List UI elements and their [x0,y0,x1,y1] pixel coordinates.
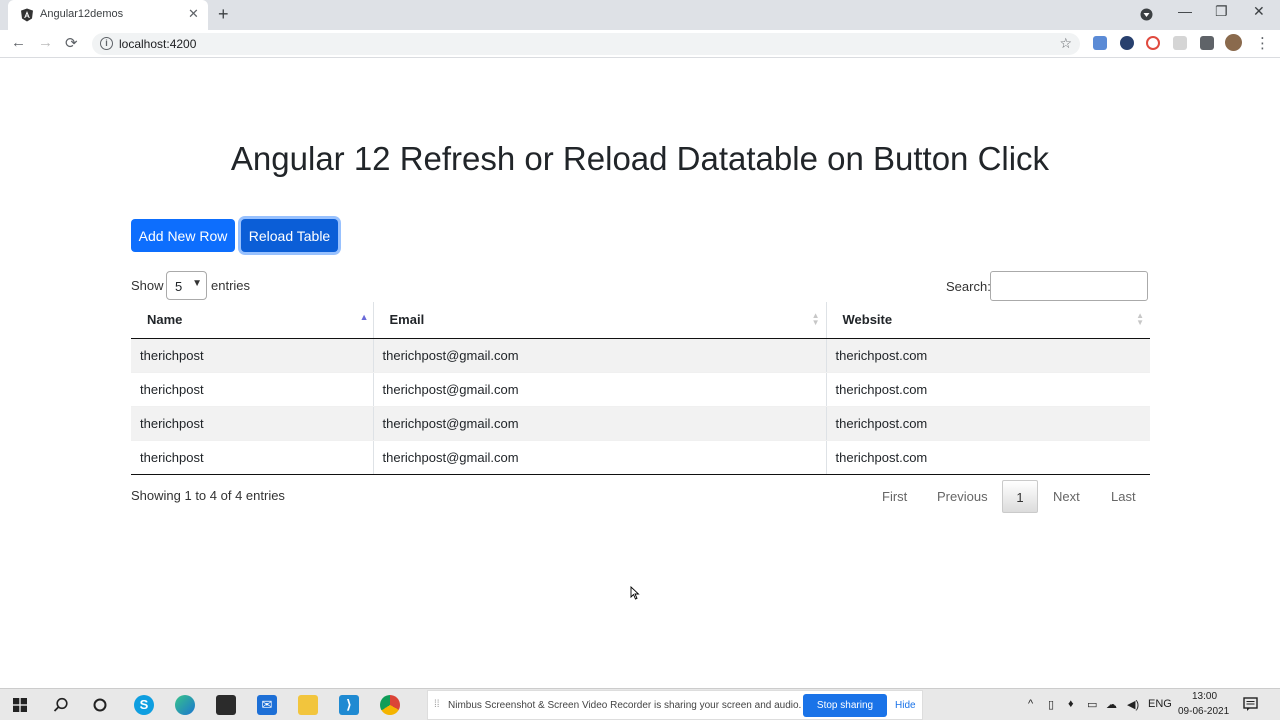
entries-length-select[interactable]: 5 ▼ [166,271,207,300]
search-label: Search: [946,279,991,294]
extension-record-icon[interactable] [1146,36,1160,50]
browser-tab[interactable]: Angular12demos ✕ [8,0,208,30]
sort-both-icon: ▲ ▼ [811,311,820,327]
page-title: Angular 12 Refresh or Reload Datatable o… [230,140,1050,177]
close-window-icon[interactable]: ✕ [1253,3,1265,20]
browser-profile-icon[interactable] [1140,8,1153,21]
extensions-puzzle-icon[interactable] [1200,36,1214,50]
store-icon[interactable] [216,695,236,715]
cell-email: therichpost@gmail.com [373,372,827,407]
onedrive-icon[interactable]: ☁ [1106,698,1117,711]
tab-title: Angular12demos [40,8,124,20]
cell-website: therichpost.com [826,338,1150,373]
table-row: therichpost therichpost@gmail.com theric… [131,338,1150,373]
column-header-label: Name [147,312,183,328]
chevron-down-icon: ▼ [192,278,202,289]
entries-length-value: 5 [175,279,183,294]
table-row: therichpost therichpost@gmail.com theric… [131,440,1150,475]
pagination-current-page[interactable]: 1 [1002,480,1038,513]
language-indicator[interactable]: ENG [1148,698,1172,710]
sharing-message: Nimbus Screenshot & Screen Video Recorde… [448,700,802,711]
chrome-icon[interactable] [380,695,400,715]
column-header-label: Website [842,312,893,328]
cell-email: therichpost@gmail.com [373,440,827,475]
cell-name: therichpost [131,406,374,441]
cell-website: therichpost.com [826,406,1150,441]
column-header-label: Email [389,312,425,328]
column-header-website[interactable]: Website ▲ ▼ [826,302,1150,339]
vscode-icon[interactable]: ⟩ [339,695,359,715]
forward-arrow-icon[interactable]: → [38,34,53,51]
pagination-first[interactable]: First [882,480,907,513]
sort-both-icon: ▲ ▼ [1136,311,1144,327]
mouse-cursor-icon [630,586,640,600]
battery-icon[interactable]: ▭ [1087,698,1097,711]
minimize-window-icon[interactable]: — [1178,3,1192,19]
extension-shield-icon[interactable] [1173,36,1187,50]
column-header-name[interactable]: Name ▲ [131,302,374,339]
cell-name: therichpost [131,440,374,475]
tray-overflow-icon[interactable]: ^ [1028,698,1033,710]
length-prefix-label: Show [131,278,164,293]
pagination-next[interactable]: Next [1053,480,1080,513]
bookmark-star-icon[interactable]: ☆ [1059,35,1072,52]
search-input[interactable] [990,271,1148,301]
browser-toolbar: ← → ⟳ i localhost:4200 ☆ ⋮ [0,30,1280,58]
new-tab-button[interactable]: + [218,4,229,25]
sort-ascending-icon: ▲ [359,312,369,322]
add-new-row-button[interactable]: Add New Row [131,219,235,252]
drag-handle-icon[interactable]: ⁞⁞ [434,699,440,710]
cell-email: therichpost@gmail.com [373,338,827,373]
stop-sharing-button[interactable]: Stop sharing [803,694,887,717]
windows-start-icon[interactable] [13,698,27,712]
cell-name: therichpost [131,372,374,407]
avatar[interactable] [1225,34,1242,51]
edge-browser-icon[interactable] [175,695,195,715]
data-table: Name ▲ Email ▲ ▼ Website ▲ ▼ therichpost t… [131,302,1150,475]
address-url[interactable]: localhost:4200 [119,37,196,51]
table-row: therichpost therichpost@gmail.com theric… [131,372,1150,407]
cell-website: therichpost.com [826,440,1150,475]
table-info: Showing 1 to 4 of 4 entries [131,488,285,503]
pagination-previous[interactable]: Previous [937,480,988,513]
cell-name: therichpost [131,338,374,373]
file-explorer-icon[interactable] [298,695,318,715]
table-header-row: Name ▲ Email ▲ ▼ Website ▲ ▼ [131,302,1150,339]
length-suffix-label: entries [211,278,251,293]
site-info-icon[interactable]: i [100,37,113,50]
microphone-icon[interactable]: ♦ [1068,698,1074,710]
skype-icon[interactable]: S [134,695,154,715]
browser-tabstrip: Angular12demos ✕ + — ❐ ✕ [0,0,1280,30]
clock-time[interactable]: 13:00 [1192,691,1217,702]
windows-taskbar: S ✉ ⟩ ⁞⁞ Nimbus Screenshot & Screen Vide… [0,688,1280,720]
cell-website: therichpost.com [826,372,1150,407]
extension-na-icon[interactable] [1120,36,1134,50]
maximize-window-icon[interactable]: ❐ [1215,3,1228,20]
pagination-last[interactable]: Last [1111,480,1136,513]
extension-upload-icon[interactable] [1093,36,1107,50]
clock-date[interactable]: 09-06-2021 [1178,706,1229,717]
table-row: therichpost therichpost@gmail.com theric… [131,406,1150,441]
reload-table-button[interactable]: Reload Table [241,219,338,252]
browser-menu-icon[interactable]: ⋮ [1255,34,1270,52]
back-arrow-icon[interactable]: ← [11,34,26,51]
mail-icon[interactable]: ✉ [257,695,277,715]
angular-logo-icon [21,8,33,22]
hide-sharing-bar-link[interactable]: Hide [895,700,916,711]
search-icon[interactable] [53,697,69,713]
cell-email: therichpost@gmail.com [373,406,827,441]
column-header-email[interactable]: Email ▲ ▼ [373,302,827,339]
notifications-icon[interactable] [1243,697,1258,712]
volume-icon[interactable]: ◀) [1127,698,1139,711]
address-bar[interactable]: i localhost:4200 ☆ [92,33,1080,55]
cortana-icon[interactable] [93,698,107,712]
reload-icon[interactable]: ⟳ [65,34,78,52]
tray-device-icon[interactable]: ▯ [1048,698,1054,711]
screen-sharing-bar: ⁞⁞ Nimbus Screenshot & Screen Video Reco… [427,690,923,720]
tab-close-icon[interactable]: ✕ [188,6,199,22]
